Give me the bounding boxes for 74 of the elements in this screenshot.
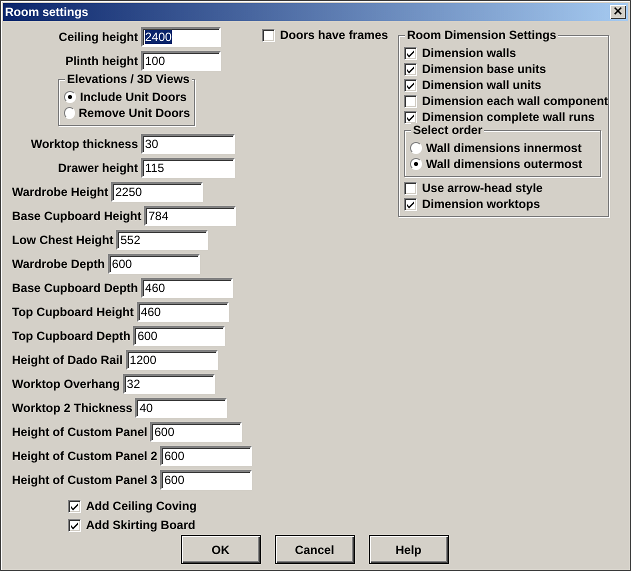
checkbox-label: Dimension complete wall runs xyxy=(422,110,595,124)
checkbox[interactable] xyxy=(404,78,417,92)
group-title: Elevations / 3D Views xyxy=(65,72,192,86)
checkbox-label: Add Ceiling Coving xyxy=(86,499,197,513)
checkbox-label: Doors have frames xyxy=(280,28,388,42)
field-label: Height of Dado Rail xyxy=(12,353,123,367)
checkbox-label: Dimension walls xyxy=(422,46,516,60)
checkbox[interactable] xyxy=(262,28,275,42)
input-field[interactable]: 100 xyxy=(141,51,221,71)
checkmark-icon xyxy=(406,112,415,122)
field-label: Wardrobe Height xyxy=(12,185,108,199)
radio-button[interactable] xyxy=(64,107,75,119)
window-title: Room settings xyxy=(5,5,88,19)
input-field[interactable]: 2250 xyxy=(111,182,204,202)
input-field[interactable]: 460 xyxy=(136,302,229,322)
dialog-button[interactable]: OK xyxy=(180,535,260,564)
input-field[interactable]: 1200 xyxy=(126,350,218,370)
input-field[interactable]: 600 xyxy=(133,326,226,346)
checkbox[interactable] xyxy=(68,500,81,512)
radio-label: Wall dimensions outermost xyxy=(426,157,582,171)
group-title: Select order xyxy=(411,123,484,137)
input-field[interactable]: 600 xyxy=(160,470,252,490)
checkmark-icon xyxy=(406,200,415,208)
checkbox[interactable] xyxy=(404,198,417,210)
checkbox-label: Dimension worktops xyxy=(422,197,540,211)
field-label: Height of Custom Panel xyxy=(12,425,148,439)
dialog-button[interactable]: Help xyxy=(368,535,448,564)
checkbox-label: Dimension each wall component xyxy=(422,94,608,108)
field-label: Ceiling height xyxy=(58,30,138,44)
field-label: Worktop 2 Thickness xyxy=(12,401,132,415)
checkmark-icon xyxy=(70,520,79,530)
field-label: Wardrobe Depth xyxy=(12,257,105,271)
checkbox[interactable] xyxy=(68,518,81,532)
input-field[interactable]: 2400 xyxy=(141,27,221,47)
field-label: Worktop thickness xyxy=(30,137,138,151)
field-label: Top Cupboard Height xyxy=(12,305,134,319)
field-label: Height of Custom Panel 2 xyxy=(12,449,158,463)
checkbox[interactable] xyxy=(404,46,417,60)
checkbox[interactable] xyxy=(404,94,417,108)
input-field[interactable]: 40 xyxy=(135,398,228,418)
field-label: Base Cupboard Height xyxy=(12,209,142,223)
radio-label: Wall dimensions innermost xyxy=(426,141,582,155)
radio-label: Remove Unit Doors xyxy=(78,106,190,120)
input-field[interactable]: 115 xyxy=(141,158,235,178)
checkbox-label: Use arrow-head style xyxy=(422,181,543,195)
field-label: Drawer height xyxy=(56,161,138,175)
input-field[interactable]: 552 xyxy=(116,230,208,250)
radio-button[interactable] xyxy=(64,91,76,103)
input-field[interactable]: 600 xyxy=(108,254,200,274)
input-field[interactable]: 32 xyxy=(122,374,215,394)
field-label: Plinth height xyxy=(64,54,138,68)
input-field[interactable]: 784 xyxy=(144,206,236,226)
radio-button[interactable] xyxy=(410,142,422,154)
checkbox-label: Add Skirting Board xyxy=(86,518,196,532)
input-field[interactable]: 460 xyxy=(141,278,234,298)
checkbox[interactable] xyxy=(404,62,417,76)
dialog-button[interactable]: Cancel xyxy=(274,535,354,564)
checkbox-label: Dimension wall units xyxy=(422,78,542,92)
field-label: Height of Custom Panel 3 xyxy=(12,473,158,487)
radio-button[interactable] xyxy=(410,158,422,170)
checkmark-icon xyxy=(70,502,79,510)
checkbox[interactable] xyxy=(404,110,417,124)
input-field[interactable]: 600 xyxy=(160,446,252,466)
field-label: Low Chest Height xyxy=(12,233,114,247)
field-label: Worktop Overhang xyxy=(12,377,120,391)
close-button[interactable]: × xyxy=(610,5,626,19)
checkbox[interactable] xyxy=(404,182,417,194)
field-label: Top Cupboard Depth xyxy=(12,329,130,343)
checkbox-label: Dimension base units xyxy=(422,62,546,76)
input-field[interactable]: 30 xyxy=(141,134,235,154)
radio-label: Include Unit Doors xyxy=(80,90,187,104)
input-field[interactable]: 600 xyxy=(150,422,242,442)
group-title: Room Dimension Settings xyxy=(405,28,558,42)
field-label: Base Cupboard Depth xyxy=(12,281,138,295)
